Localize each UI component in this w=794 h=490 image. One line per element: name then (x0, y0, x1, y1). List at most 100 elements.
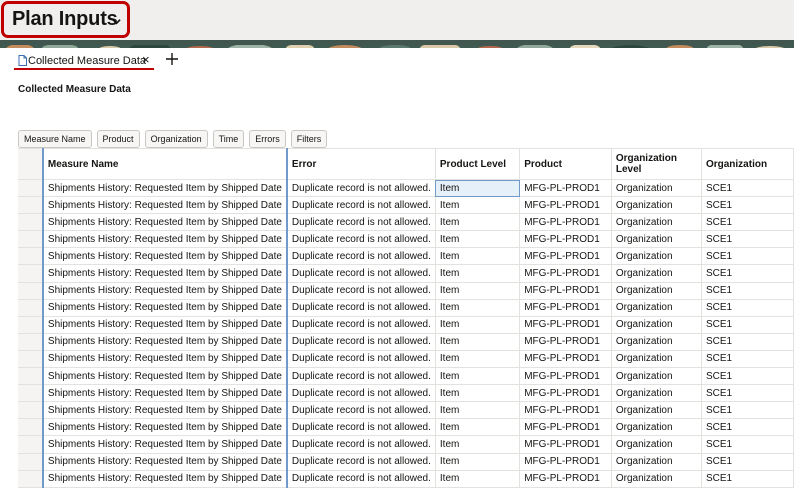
product-level-cell[interactable]: Item (435, 350, 521, 369)
row-header[interactable] (18, 264, 44, 283)
organization-cell[interactable]: SCE1 (701, 299, 794, 317)
row-header[interactable] (18, 299, 44, 317)
organization-level-cell[interactable]: Organization (611, 247, 702, 266)
table-row[interactable]: Shipments History: Requested Item by Shi… (18, 453, 794, 471)
product-level-cell[interactable]: Item (435, 299, 521, 317)
organization-level-cell[interactable]: Organization (611, 282, 702, 300)
column-header-measure-name[interactable]: Measure Name (41, 148, 288, 180)
column-header-product-level[interactable]: Product Level (435, 148, 521, 180)
measure-name-cell[interactable]: Shipments History: Requested Item by Shi… (41, 350, 288, 369)
organization-level-cell[interactable]: Organization (611, 213, 702, 232)
tab-collected-measure-data[interactable]: Collected Measure Data × (18, 52, 150, 68)
organization-cell[interactable]: SCE1 (701, 247, 794, 266)
row-header[interactable] (18, 230, 44, 249)
organization-cell[interactable]: SCE1 (701, 230, 794, 249)
organization-cell[interactable]: SCE1 (701, 453, 794, 471)
product-level-cell[interactable]: Item (435, 333, 521, 351)
organization-level-cell[interactable]: Organization (611, 401, 702, 420)
error-cell[interactable]: Duplicate record is not allowed. (285, 401, 436, 420)
error-cell[interactable]: Duplicate record is not allowed. (285, 299, 436, 317)
facet-time-button[interactable]: Time (212, 130, 245, 148)
table-row[interactable]: Shipments History: Requested Item by Shi… (18, 196, 794, 215)
error-cell[interactable]: Duplicate record is not allowed. (285, 196, 436, 215)
error-cell[interactable]: Duplicate record is not allowed. (285, 333, 436, 351)
product-level-cell[interactable]: Item (435, 384, 521, 403)
measure-name-cell[interactable]: Shipments History: Requested Item by Shi… (41, 247, 288, 266)
table-row[interactable]: Shipments History: Requested Item by Shi… (18, 350, 794, 369)
product-level-cell[interactable]: Item (435, 213, 521, 232)
column-header-organization[interactable]: Organization (701, 148, 794, 180)
page-title-button[interactable]: Plan Inputs (1, 1, 130, 38)
error-cell[interactable]: Duplicate record is not allowed. (285, 418, 436, 437)
error-cell[interactable]: Duplicate record is not allowed. (285, 350, 436, 369)
organization-cell[interactable]: SCE1 (701, 333, 794, 351)
error-cell[interactable]: Duplicate record is not allowed. (285, 282, 436, 300)
measure-name-cell[interactable]: Shipments History: Requested Item by Shi… (41, 230, 288, 249)
error-cell[interactable]: Duplicate record is not allowed. (285, 435, 436, 454)
product-cell[interactable]: MFG-PL-PROD1 (519, 384, 612, 403)
organization-level-cell[interactable]: Organization (611, 350, 702, 369)
table-row[interactable]: Shipments History: Requested Item by Shi… (18, 367, 794, 386)
measure-name-cell[interactable]: Shipments History: Requested Item by Shi… (41, 418, 288, 437)
error-cell[interactable]: Duplicate record is not allowed. (285, 316, 436, 334)
organization-cell[interactable]: SCE1 (701, 350, 794, 369)
organization-level-cell[interactable]: Organization (611, 435, 702, 454)
organization-cell[interactable]: SCE1 (701, 384, 794, 403)
measure-name-cell[interactable]: Shipments History: Requested Item by Shi… (41, 435, 288, 454)
row-header[interactable] (18, 196, 44, 215)
row-header[interactable] (18, 179, 44, 198)
organization-cell[interactable]: SCE1 (701, 282, 794, 300)
facet-filters-button[interactable]: Filters (290, 130, 328, 148)
organization-cell[interactable]: SCE1 (701, 418, 794, 437)
row-header[interactable] (18, 453, 44, 471)
product-cell[interactable]: MFG-PL-PROD1 (519, 333, 612, 351)
measure-name-cell[interactable]: Shipments History: Requested Item by Shi… (41, 470, 288, 488)
organization-level-cell[interactable]: Organization (611, 179, 702, 198)
column-header-organization-level[interactable]: Organization Level (611, 148, 702, 180)
product-level-cell[interactable]: Item (435, 247, 521, 266)
organization-cell[interactable]: SCE1 (701, 213, 794, 232)
facet-measure-name-button[interactable]: Measure Name (18, 130, 92, 148)
product-level-cell[interactable]: Item (435, 316, 521, 334)
error-cell[interactable]: Duplicate record is not allowed. (285, 213, 436, 232)
error-cell[interactable]: Duplicate record is not allowed. (285, 179, 436, 198)
facet-errors-button[interactable]: Errors (249, 130, 286, 148)
organization-cell[interactable]: SCE1 (701, 470, 794, 488)
organization-level-cell[interactable]: Organization (611, 470, 702, 488)
product-cell[interactable]: MFG-PL-PROD1 (519, 470, 612, 488)
organization-level-cell[interactable]: Organization (611, 367, 702, 386)
error-cell[interactable]: Duplicate record is not allowed. (285, 230, 436, 249)
plus-icon[interactable] (164, 51, 180, 67)
organization-cell[interactable]: SCE1 (701, 367, 794, 386)
product-cell[interactable]: MFG-PL-PROD1 (519, 196, 612, 215)
facet-product-button[interactable]: Product (96, 130, 140, 148)
product-cell[interactable]: MFG-PL-PROD1 (519, 247, 612, 266)
table-row[interactable]: Shipments History: Requested Item by Shi… (18, 179, 794, 198)
row-header[interactable] (18, 316, 44, 334)
table-row[interactable]: Shipments History: Requested Item by Shi… (18, 401, 794, 420)
measure-name-cell[interactable]: Shipments History: Requested Item by Shi… (41, 316, 288, 334)
row-header[interactable] (18, 435, 44, 454)
product-level-cell[interactable]: Item (435, 435, 521, 454)
organization-level-cell[interactable]: Organization (611, 453, 702, 471)
column-header-product[interactable]: Product (519, 148, 612, 180)
table-row[interactable]: Shipments History: Requested Item by Shi… (18, 384, 794, 403)
product-cell[interactable]: MFG-PL-PROD1 (519, 230, 612, 249)
row-header[interactable] (18, 401, 44, 420)
row-header[interactable] (18, 418, 44, 437)
measure-name-cell[interactable]: Shipments History: Requested Item by Shi… (41, 196, 288, 215)
product-cell[interactable]: MFG-PL-PROD1 (519, 418, 612, 437)
facet-organization-button[interactable]: Organization (144, 130, 208, 148)
table-row[interactable]: Shipments History: Requested Item by Shi… (18, 333, 794, 351)
product-level-cell[interactable]: Item (435, 470, 521, 488)
measure-name-cell[interactable]: Shipments History: Requested Item by Shi… (41, 401, 288, 420)
organization-level-cell[interactable]: Organization (611, 384, 702, 403)
row-header[interactable] (18, 247, 44, 266)
product-level-cell[interactable]: Item (435, 179, 521, 198)
product-level-cell[interactable]: Item (435, 282, 521, 300)
measure-name-cell[interactable]: Shipments History: Requested Item by Shi… (41, 384, 288, 403)
table-row[interactable]: Shipments History: Requested Item by Shi… (18, 247, 794, 266)
organization-cell[interactable]: SCE1 (701, 435, 794, 454)
product-cell[interactable]: MFG-PL-PROD1 (519, 213, 612, 232)
table-row[interactable]: Shipments History: Requested Item by Shi… (18, 470, 794, 488)
